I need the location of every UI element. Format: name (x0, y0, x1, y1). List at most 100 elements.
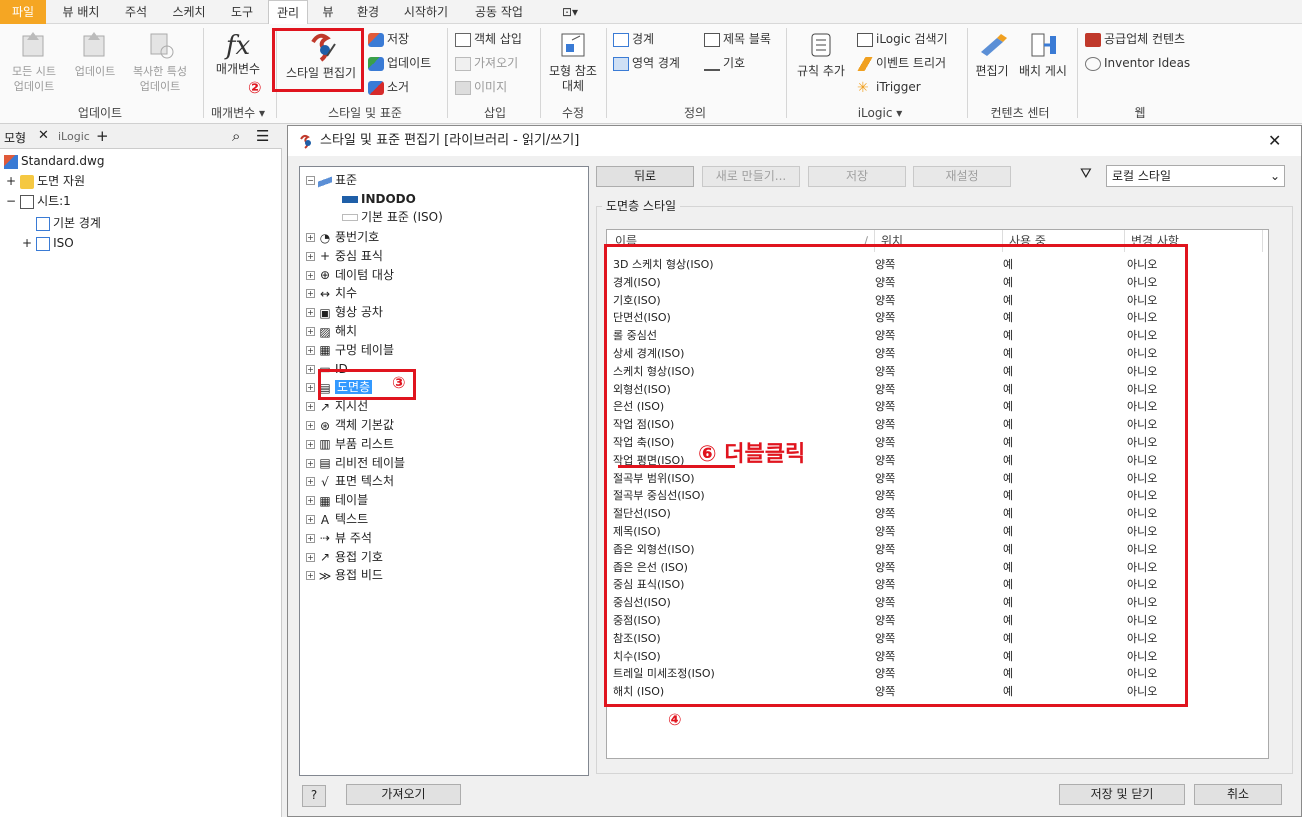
tree-item[interactable]: + + 중심 표식 (306, 247, 383, 265)
menu-file[interactable]: 파일 (0, 0, 46, 24)
help-button[interactable]: ? (302, 785, 326, 807)
tree-item[interactable]: + ⇢ 뷰 주석 (306, 529, 372, 547)
import-button[interactable]: 가져오기 (455, 54, 518, 72)
tree-item[interactable]: + ⊕ 데이텀 대상 (306, 266, 394, 284)
save-and-close-button[interactable]: 저장 및 닫기 (1059, 784, 1185, 805)
menu-get-started[interactable]: 시작하기 (394, 0, 458, 24)
title-block-button[interactable]: 제목 블록 (704, 30, 771, 48)
tree-item[interactable]: + ↔ 치수 (306, 284, 357, 302)
expand-icon[interactable]: + (306, 515, 315, 524)
tree-item[interactable]: + A 텍스트 (306, 510, 368, 528)
tree-item[interactable]: + ≫ 용접 비드 (306, 566, 383, 584)
tree-item[interactable]: + ▦ 테이블 (306, 491, 368, 509)
tree-item-default-standard[interactable]: 기본 표준 (ISO) (342, 208, 443, 226)
itrigger-button[interactable]: ✳ iTrigger (857, 78, 921, 96)
menu-icon[interactable]: ☰ (256, 127, 269, 145)
menu-collaborate[interactable]: 공동 작업 (464, 0, 534, 24)
filter-select[interactable]: 로컬 스타일 ⌄ (1106, 165, 1285, 187)
image-button[interactable]: 이미지 (455, 78, 507, 96)
group-label-define: 정의 (683, 106, 707, 120)
border-button[interactable]: 경계 (613, 30, 654, 48)
save-styles-button[interactable]: 저장 (368, 30, 409, 48)
ilogic-browser-button[interactable]: iLogic 검색기 (857, 30, 948, 48)
expand-icon[interactable]: + (306, 251, 315, 261)
add-rule-button[interactable]: 규칙 추가 (790, 30, 852, 79)
back-button[interactable]: 뒤로 (596, 166, 694, 187)
menu-tools[interactable]: 도구 (222, 0, 262, 24)
menu-manage[interactable]: 관리 (268, 0, 308, 25)
expand-icon[interactable]: + (306, 327, 315, 336)
tree-item[interactable]: + ▤ 리비전 테이블 (306, 454, 405, 472)
menu-view[interactable]: 뷰 (314, 0, 342, 24)
event-trigger-button[interactable]: 이벤트 트리거 (857, 54, 946, 72)
expand-icon[interactable]: + (306, 533, 315, 543)
new-button[interactable]: 새로 만들기... (702, 166, 800, 187)
tree-item[interactable]: + ▨ 해치 (306, 322, 357, 340)
tree-node-iso[interactable]: + ISO (22, 234, 74, 252)
collapse-icon[interactable]: − (6, 194, 16, 208)
update-button[interactable]: 업데이트 (68, 30, 122, 79)
tree-item[interactable]: + ▦ 구멍 테이블 (306, 341, 394, 359)
menu-view-layout[interactable]: 뷰 배치 (56, 0, 106, 24)
expand-icon[interactable]: + (306, 402, 315, 412)
tree-root-standard[interactable]: − 표준 (306, 171, 357, 189)
zone-border-button[interactable]: 영역 경계 (613, 54, 680, 72)
cancel-button[interactable]: 취소 (1194, 784, 1282, 805)
expand-icon[interactable]: + (6, 174, 16, 188)
batch-publish-button[interactable]: 배치 게시 (1014, 30, 1072, 79)
expand-icon[interactable]: + (306, 439, 315, 449)
parameters-button[interactable]: fx 매개변수 (208, 30, 268, 77)
tab-model[interactable]: 모형 (4, 129, 26, 146)
purge-styles-button[interactable]: 소거 (368, 78, 409, 96)
inventor-ideas-button[interactable]: Inventor Ideas (1085, 54, 1190, 72)
close-icon[interactable]: ✕ (38, 128, 49, 143)
replace-model-reference-button[interactable]: 모형 참조 대체 (543, 30, 603, 94)
dialog-close-icon[interactable]: ✕ (1268, 126, 1281, 156)
expand-icon[interactable]: + (306, 458, 315, 468)
update-copied-properties-button[interactable]: 복사한 특성 업데이트 (124, 30, 196, 94)
tree-node-default-border[interactable]: 기본 경계 (36, 214, 101, 232)
tree-item[interactable]: + ▥ 부품 리스트 (306, 435, 394, 453)
expand-icon[interactable]: + (306, 364, 315, 374)
expand-icon[interactable]: + (306, 383, 315, 393)
supplier-content-button[interactable]: 공급업체 컨텐츠 (1085, 30, 1185, 48)
tab-ilogic[interactable]: iLogic (58, 130, 90, 143)
tree-item-label: 객체 기본값 (335, 418, 395, 432)
search-icon[interactable]: ⌕ (232, 127, 240, 145)
import-button[interactable]: 가져오기 (346, 784, 461, 805)
update-styles-button[interactable]: 업데이트 (368, 54, 431, 72)
expand-icon[interactable]: + (306, 421, 315, 430)
content-editor-button[interactable]: 편집기 (970, 30, 1014, 79)
menu-environment[interactable]: 환경 (348, 0, 388, 24)
expand-icon[interactable]: + (306, 308, 315, 318)
expand-icon[interactable]: + (22, 236, 32, 250)
underline-work-plane (618, 465, 735, 468)
expand-icon[interactable]: + (306, 270, 315, 280)
tree-node-document[interactable]: Standard.dwg (4, 152, 104, 170)
save-button[interactable]: 저장 (808, 166, 906, 187)
tree-node-drawing-resources[interactable]: + 도면 자원 (6, 172, 85, 190)
insert-object-button[interactable]: 객체 삽입 (455, 30, 522, 48)
quick-access-dropdown-icon[interactable]: ⊡▾ (555, 0, 585, 24)
tree-item[interactable]: + ◔ 풍번기호 (306, 228, 379, 246)
tree-item[interactable]: + ⊛ 객체 기본값 (306, 416, 394, 434)
expand-icon[interactable]: + (306, 552, 315, 562)
tree-item[interactable]: + √ 표면 텍스처 (306, 472, 394, 490)
expand-icon[interactable]: + (306, 233, 315, 242)
update-all-sheets-button[interactable]: 모든 시트 업데이트 (2, 30, 66, 94)
tree-item[interactable]: + ▣ 형상 공차 (306, 303, 383, 321)
reset-button[interactable]: 재설정 (913, 166, 1011, 187)
symbol-button[interactable]: 기호 (704, 54, 745, 72)
collapse-icon[interactable]: − (306, 176, 315, 185)
tree-node-sheet1[interactable]: − 시트:1 (6, 192, 71, 210)
expand-icon[interactable]: + (306, 289, 315, 299)
menu-sketch[interactable]: 스케치 (164, 0, 214, 24)
menu-annotate[interactable]: 주석 (116, 0, 156, 24)
tree-item[interactable]: + ↗ 용접 기호 (306, 548, 383, 566)
expand-icon[interactable]: + (306, 477, 315, 487)
expand-icon[interactable]: + (306, 345, 315, 355)
expand-icon[interactable]: + (306, 571, 315, 581)
tree-item-indodo[interactable]: INDODO (342, 190, 416, 208)
add-tab-icon[interactable]: + (96, 127, 109, 145)
expand-icon[interactable]: + (306, 496, 315, 506)
